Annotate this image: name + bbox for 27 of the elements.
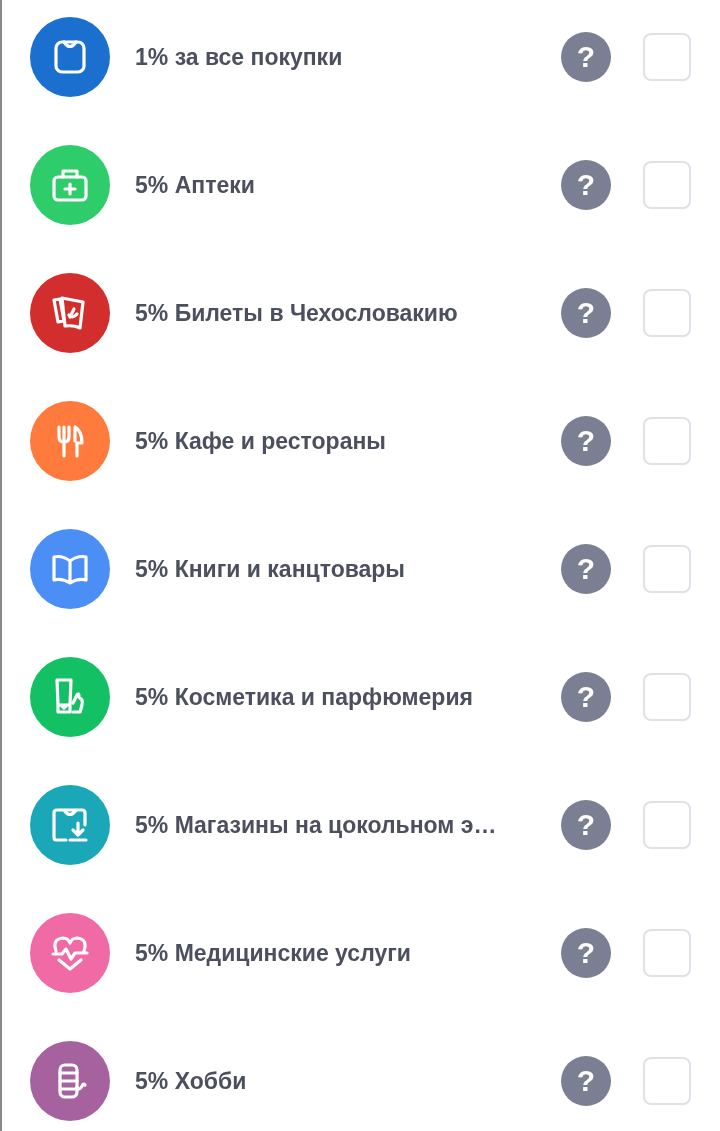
category-label: 5% Книги и канцтовары <box>135 555 406 583</box>
checkbox[interactable] <box>643 33 691 81</box>
help-button[interactable]: ? <box>561 32 611 82</box>
help-button[interactable]: ? <box>561 544 611 594</box>
category-label: 5% Билеты в Чехословакию <box>135 299 459 327</box>
checkbox[interactable] <box>643 417 691 465</box>
help-button[interactable]: ? <box>561 672 611 722</box>
checkbox[interactable] <box>643 801 691 849</box>
help-button[interactable]: ? <box>561 800 611 850</box>
category-label: 5% Хобби <box>135 1067 248 1095</box>
category-label: 5% Магазины на цокольном э… <box>135 811 498 839</box>
help-button[interactable]: ? <box>561 160 611 210</box>
category-label: 5% Аптеки <box>135 171 256 199</box>
category-label: 5% Косметика и парфюмерия <box>135 683 474 711</box>
help-button[interactable]: ? <box>561 288 611 338</box>
help-button[interactable]: ? <box>561 1056 611 1106</box>
category-label: 1% за все покупки <box>135 43 344 71</box>
category-label: 5% Медицинские услуги <box>135 939 412 967</box>
checkbox[interactable] <box>643 1057 691 1105</box>
checkbox[interactable] <box>643 545 691 593</box>
checkbox[interactable] <box>643 161 691 209</box>
help-button[interactable]: ? <box>561 928 611 978</box>
checkbox[interactable] <box>643 289 691 337</box>
checkbox[interactable] <box>643 929 691 977</box>
checkbox[interactable] <box>643 673 691 721</box>
category-label: 5% Кафе и рестораны <box>135 427 387 455</box>
help-button[interactable]: ? <box>561 416 611 466</box>
